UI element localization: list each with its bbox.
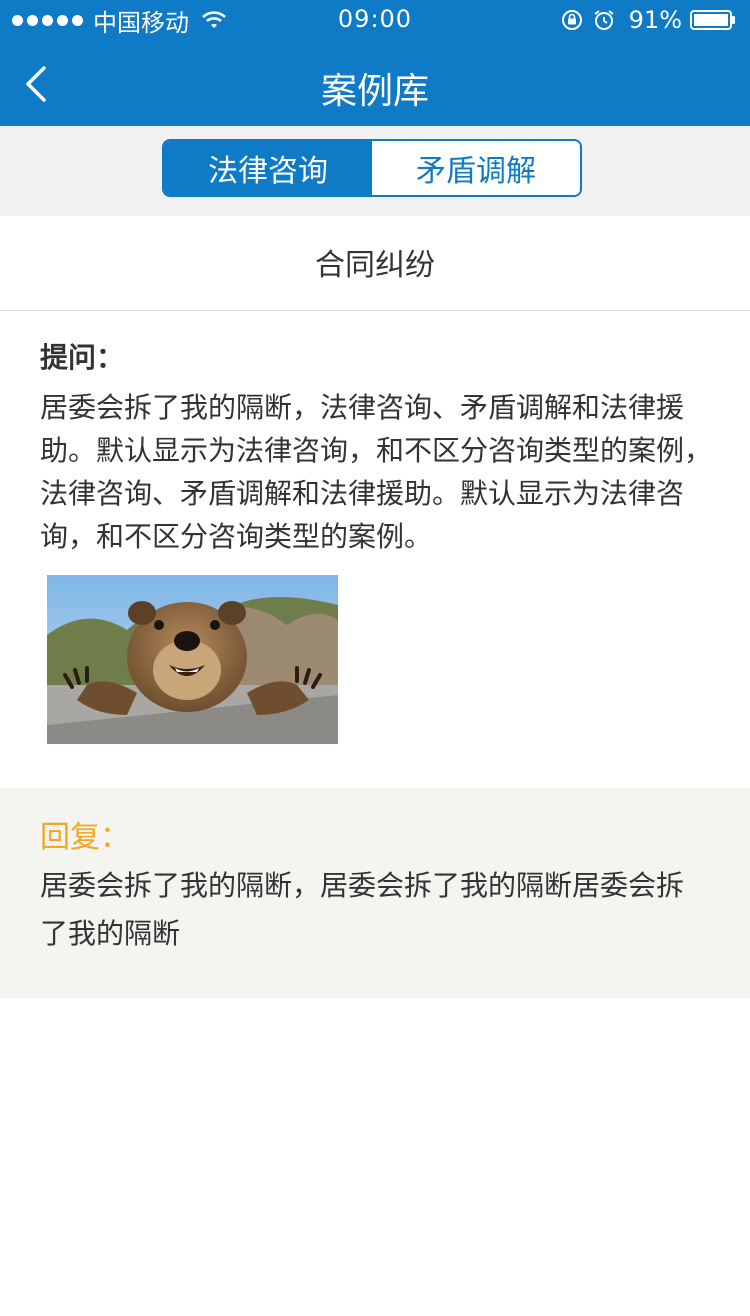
case-title: 合同纠纷: [0, 216, 750, 311]
alarm-clock-icon: [594, 10, 614, 30]
tab-legal-consultation[interactable]: 法律咨询: [164, 141, 372, 195]
question-section: 提问： 居委会拆了我的隔断，法律咨询、矛盾调解和法律援助。默认显示为法律咨询，和…: [40, 330, 720, 558]
battery-icon: [690, 10, 735, 30]
reply-label: 回复：: [40, 820, 130, 855]
battery-percent: 91%: [628, 6, 682, 34]
status-right: 91%: [551, 6, 736, 34]
nav-bar: 案例库: [0, 40, 750, 126]
segmented-control: 法律咨询 矛盾调解: [162, 139, 582, 197]
tab-bar: 法律咨询 矛盾调解: [0, 126, 750, 216]
status-bar: 中国移动 09:00 91%: [0, 0, 750, 40]
reply-section: 回复： 居委会拆了我的隔断，居委会拆了我的隔断居委会拆了我的隔断: [0, 788, 750, 998]
case-photo[interactable]: [47, 575, 338, 744]
rotation-lock-icon: [561, 10, 582, 30]
reply-text: 居委会拆了我的隔断，居委会拆了我的隔断居委会拆了我的隔断: [40, 869, 685, 950]
tab-conflict-mediation[interactable]: 矛盾调解: [372, 141, 580, 195]
page-title: 案例库: [320, 71, 429, 112]
quokka-photo-illustration: [47, 575, 338, 744]
question-label: 提问：: [40, 341, 125, 374]
question-text: 居委会拆了我的隔断，法律咨询、矛盾调解和法律援助。默认显示为法律咨询，和不区分咨…: [40, 391, 713, 553]
